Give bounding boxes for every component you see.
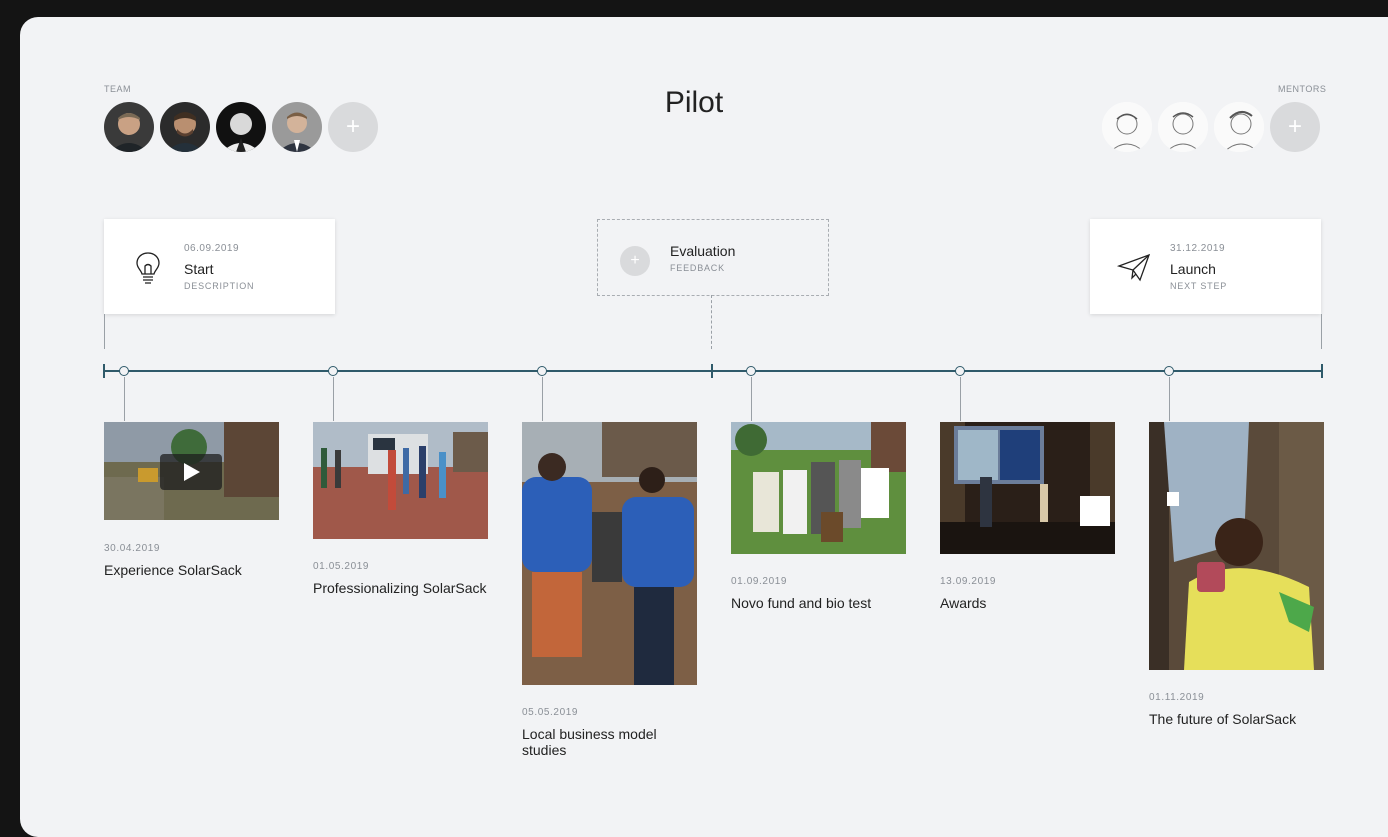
item-5-date: 13.09.2019 — [940, 576, 997, 587]
item-connector — [1169, 377, 1170, 421]
milestone-evaluation-card[interactable]: + Evaluation FEEDBACK — [597, 219, 829, 296]
milestone-launch-date: 31.12.2019 — [1170, 243, 1226, 254]
add-team-member-button[interactable]: + — [328, 102, 378, 152]
item-4-title[interactable]: Novo fund and bio test — [731, 595, 906, 611]
milestone-start-date: 06.09.2019 — [184, 243, 240, 254]
item-6-title[interactable]: The future of SolarSack — [1149, 711, 1324, 727]
mentor-avatar-1[interactable] — [1102, 102, 1152, 152]
item-connector — [542, 377, 543, 421]
timeline-node[interactable] — [955, 366, 965, 376]
team-avatar-2[interactable] — [160, 102, 210, 152]
team-avatar-1[interactable] — [104, 102, 154, 152]
photo-professionalizing-solarsack[interactable] — [313, 422, 488, 539]
item-connector — [124, 377, 125, 421]
item-connector — [960, 377, 961, 421]
timeline-end-tick — [1321, 364, 1323, 378]
milestone-start-card[interactable]: 06.09.2019 Start DESCRIPTION — [104, 219, 335, 314]
milestone-start-name: Start — [184, 261, 214, 277]
timeline-node[interactable] — [1164, 366, 1174, 376]
evaluation-connector — [711, 295, 712, 349]
item-connector — [333, 377, 334, 421]
timeline-start-tick — [103, 364, 105, 378]
item-4-date: 01.09.2019 — [731, 576, 788, 587]
item-2-title[interactable]: Professionalizing SolarSack — [313, 580, 488, 596]
item-2-date: 01.05.2019 — [313, 561, 370, 572]
launch-connector — [1321, 314, 1322, 349]
milestone-launch-card[interactable]: 31.12.2019 Launch NEXT STEP — [1090, 219, 1321, 314]
milestone-launch-sub: NEXT STEP — [1170, 281, 1228, 291]
item-1-date: 30.04.2019 — [104, 543, 161, 554]
item-1-title[interactable]: Experience SolarSack — [104, 562, 279, 578]
mentor-avatar-3[interactable] — [1214, 102, 1264, 152]
item-3-date: 05.05.2019 — [522, 707, 579, 718]
item-3-title[interactable]: Local business model studies — [522, 726, 672, 758]
timeline-evaluation-tick — [711, 364, 713, 378]
plus-icon[interactable]: + — [620, 246, 650, 276]
timeline-node[interactable] — [328, 366, 338, 376]
mentor-avatar-2[interactable] — [1158, 102, 1208, 152]
add-mentor-button[interactable]: + — [1270, 102, 1320, 152]
paper-plane-icon — [1116, 249, 1152, 285]
timeline-node[interactable] — [119, 366, 129, 376]
start-connector — [104, 314, 105, 349]
milestone-evaluation-name: Evaluation — [670, 243, 736, 259]
photo-awards[interactable] — [940, 422, 1115, 554]
timeline-node[interactable] — [746, 366, 756, 376]
team-avatar-4[interactable] — [272, 102, 322, 152]
milestone-launch-name: Launch — [1170, 261, 1216, 277]
milestone-evaluation-sub: FEEDBACK — [670, 263, 725, 273]
lightbulb-icon — [130, 249, 166, 285]
timeline-node[interactable] — [537, 366, 547, 376]
item-5-title[interactable]: Awards — [940, 595, 1115, 611]
milestone-start-sub: DESCRIPTION — [184, 281, 255, 291]
photo-novo-fund-and-bio-test[interactable] — [731, 422, 906, 554]
photo-local-business-model-studies[interactable] — [522, 422, 697, 685]
item-6-date: 01.11.2019 — [1149, 692, 1205, 703]
video-thumbnail-experience-solarsack[interactable] — [104, 422, 279, 520]
photo-the-future-of-solarsack[interactable] — [1149, 422, 1324, 670]
item-connector — [751, 377, 752, 421]
team-avatar-3[interactable] — [216, 102, 266, 152]
timeline-axis — [104, 370, 1322, 372]
